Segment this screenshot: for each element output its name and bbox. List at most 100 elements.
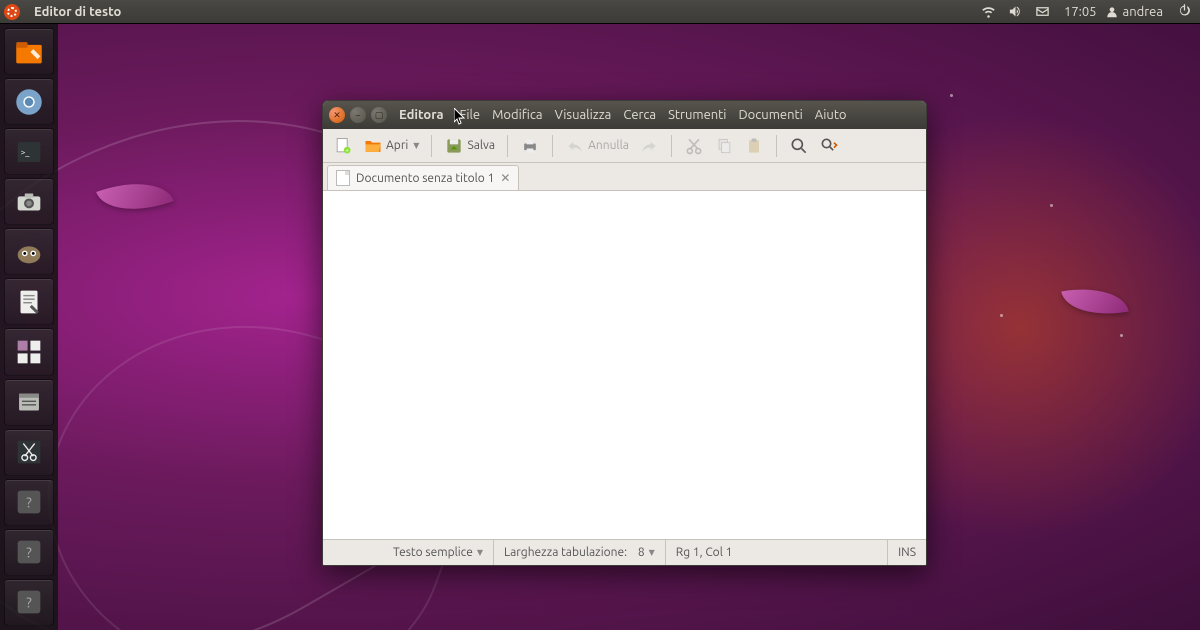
messaging-indicator[interactable] bbox=[1035, 4, 1050, 19]
menu-view[interactable]: Visualizza bbox=[555, 108, 612, 122]
insert-mode[interactable]: INS bbox=[887, 540, 926, 565]
launcher-gedit[interactable] bbox=[4, 278, 54, 325]
open-folder-icon bbox=[363, 136, 383, 156]
undo-icon bbox=[565, 136, 585, 156]
window-controls: ✕ – ▢ bbox=[329, 107, 387, 123]
save-icon bbox=[444, 136, 464, 156]
tab-width-value: 8 bbox=[638, 546, 645, 559]
copy-icon bbox=[714, 136, 734, 156]
paste-icon bbox=[744, 136, 764, 156]
separator bbox=[552, 135, 553, 157]
svg-text:?: ? bbox=[26, 595, 32, 611]
wifi-icon bbox=[981, 4, 996, 19]
sound-indicator[interactable] bbox=[1008, 4, 1023, 19]
launcher-gimp[interactable] bbox=[4, 228, 54, 275]
decorative-leaf bbox=[1061, 281, 1129, 323]
launcher-chromium[interactable] bbox=[4, 78, 54, 125]
launcher-file-manager[interactable] bbox=[4, 379, 54, 426]
open-button[interactable]: Apri ▼ bbox=[359, 132, 423, 160]
user-icon bbox=[1105, 5, 1119, 19]
window-title: Editora bbox=[399, 108, 444, 122]
tab-close-button[interactable]: ✕ bbox=[500, 171, 510, 185]
svg-text:>_: >_ bbox=[21, 147, 31, 157]
save-button[interactable]: Salva bbox=[440, 132, 499, 160]
open-label: Apri bbox=[386, 139, 408, 152]
svg-text:?: ? bbox=[26, 545, 32, 561]
close-button[interactable]: ✕ bbox=[329, 107, 345, 123]
minimize-button[interactable]: – bbox=[350, 107, 366, 123]
search-replace-icon bbox=[819, 136, 839, 156]
launcher-terminal[interactable]: >_ bbox=[4, 128, 54, 175]
document-tab[interactable]: Documento senza titolo 1 ✕ bbox=[327, 165, 519, 190]
decorative-dot bbox=[1050, 204, 1053, 207]
network-indicator[interactable] bbox=[981, 4, 996, 19]
launcher-placeholder[interactable]: ? bbox=[4, 479, 54, 526]
titlebar[interactable]: ✕ – ▢ Editora File Modifica Visualizza C… bbox=[323, 101, 926, 129]
launcher-placeholder[interactable]: ? bbox=[4, 579, 54, 626]
panel-app-name: Editor di testo bbox=[34, 5, 121, 19]
menu-file[interactable]: File bbox=[460, 108, 481, 122]
scissors-icon bbox=[12, 435, 46, 469]
copy-button[interactable] bbox=[710, 132, 738, 160]
menubar: File Modifica Visualizza Cerca Strumenti… bbox=[460, 108, 847, 122]
gedit-window: ✕ – ▢ Editora File Modifica Visualizza C… bbox=[322, 100, 927, 566]
find-replace-button[interactable] bbox=[815, 132, 843, 160]
drawer-icon bbox=[12, 385, 46, 419]
launcher-workspace-switcher[interactable] bbox=[4, 328, 54, 375]
volume-icon bbox=[1008, 4, 1023, 19]
print-icon bbox=[520, 136, 540, 156]
launcher-files[interactable] bbox=[4, 28, 54, 75]
syntax-selector[interactable]: Testo semplice ▼ bbox=[383, 540, 493, 565]
cut-button[interactable] bbox=[680, 132, 708, 160]
camera-icon bbox=[12, 185, 46, 219]
separator bbox=[431, 135, 432, 157]
editor-area[interactable] bbox=[323, 191, 926, 539]
cursor-position-label: Rg 1, Col 1 bbox=[676, 546, 733, 559]
document-icon bbox=[336, 170, 350, 186]
undo-button[interactable]: Annulla bbox=[561, 132, 633, 160]
status-bar: Testo semplice ▼ Larghezza tabulazione: … bbox=[323, 539, 926, 565]
tab-strip: Documento senza titolo 1 ✕ bbox=[323, 163, 926, 191]
menu-documents[interactable]: Documenti bbox=[738, 108, 802, 122]
mail-icon bbox=[1035, 4, 1050, 19]
decorative-dot bbox=[1120, 334, 1123, 337]
folder-icon bbox=[12, 35, 46, 69]
undo-label: Annulla bbox=[588, 139, 629, 152]
terminal-icon: >_ bbox=[12, 135, 46, 169]
ubuntu-button[interactable] bbox=[0, 0, 24, 24]
menu-tools[interactable]: Strumenti bbox=[668, 108, 726, 122]
menu-help[interactable]: Aiuto bbox=[815, 108, 847, 122]
decorative-leaf bbox=[96, 168, 174, 225]
separator bbox=[507, 135, 508, 157]
decorative-dot bbox=[950, 94, 953, 97]
insert-mode-label: INS bbox=[898, 546, 916, 559]
power-icon bbox=[1177, 3, 1192, 18]
redo-button[interactable] bbox=[635, 132, 663, 160]
username-label: andrea bbox=[1123, 5, 1163, 19]
separator bbox=[776, 135, 777, 157]
chevron-down-icon: ▼ bbox=[649, 548, 655, 557]
session-indicator[interactable] bbox=[1177, 3, 1192, 21]
maximize-button[interactable]: ▢ bbox=[371, 107, 387, 123]
svg-text:+: + bbox=[345, 147, 349, 154]
chevron-down-icon: ▼ bbox=[477, 548, 483, 557]
launcher-camera[interactable] bbox=[4, 178, 54, 225]
print-button[interactable] bbox=[516, 132, 544, 160]
toolbar: + Apri ▼ Salva Annulla bbox=[323, 129, 926, 163]
launcher-placeholder[interactable]: ? bbox=[4, 529, 54, 576]
launcher-cut-tool[interactable] bbox=[4, 429, 54, 476]
search-icon bbox=[789, 136, 809, 156]
tab-width-selector[interactable]: Larghezza tabulazione: 8 ▼ bbox=[493, 540, 665, 565]
find-button[interactable] bbox=[785, 132, 813, 160]
syntax-label: Testo semplice bbox=[393, 546, 473, 559]
menu-search[interactable]: Cerca bbox=[623, 108, 656, 122]
tab-width-label: Larghezza tabulazione: bbox=[504, 546, 627, 559]
redo-icon bbox=[639, 136, 659, 156]
cut-icon bbox=[684, 136, 704, 156]
clock[interactable]: 17:05 bbox=[1064, 5, 1097, 19]
user-menu[interactable]: andrea bbox=[1105, 5, 1163, 19]
paste-button[interactable] bbox=[740, 132, 768, 160]
menu-edit[interactable]: Modifica bbox=[492, 108, 542, 122]
cursor-position: Rg 1, Col 1 bbox=[665, 540, 743, 565]
new-button[interactable]: + bbox=[329, 132, 357, 160]
